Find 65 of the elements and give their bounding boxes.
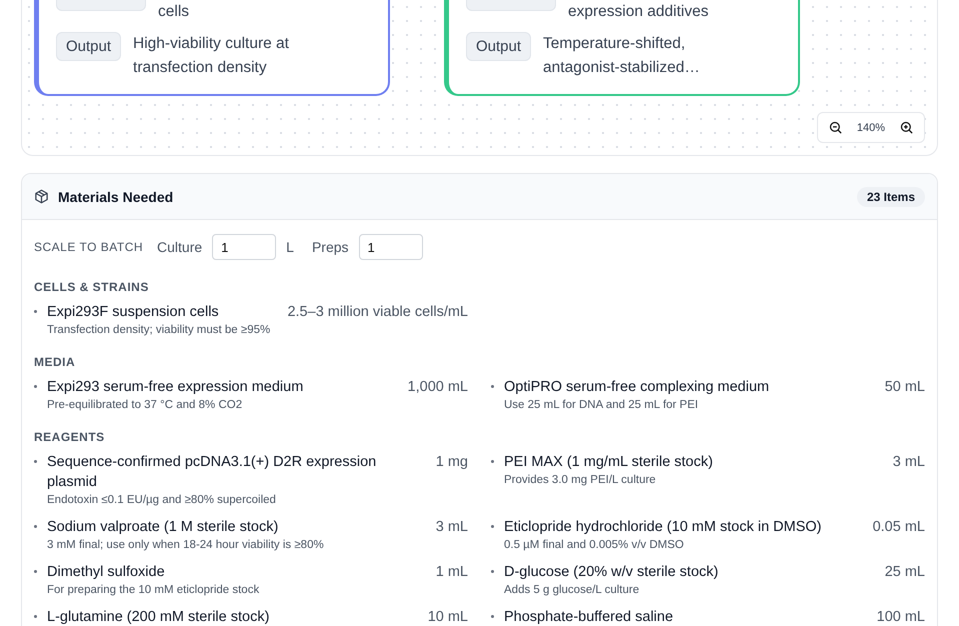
material-name: PEI MAX (1 mg/mL sterile stock) (504, 453, 714, 472)
zoom-in-icon (899, 120, 914, 135)
material-note: For preparing the 10 mM eticlopride stock (47, 583, 260, 598)
scale-label: SCALE TO BATCH (34, 240, 144, 254)
material-name: D-glucose (20% w/v sterile stock) (504, 563, 720, 582)
output-tag: Output (466, 32, 532, 61)
material-amount: 1 mg (436, 453, 468, 472)
material-name: Sequence-confirmed pcDNA3.1(+) D2R expression plasmid (47, 453, 378, 492)
bullet-icon (34, 570, 37, 573)
bullet-icon (491, 570, 494, 573)
material-name: Sodium valproate (1 M sterile stock) (47, 518, 280, 537)
material-amount: 0.05 mL (872, 518, 925, 537)
material-amount: 100 mL (876, 608, 925, 626)
bullet-icon (34, 310, 37, 313)
material-note: 3 mM final; use only when 18-24 hour viability is ≥80% (47, 538, 325, 553)
material-name: Expi293F suspension cells (47, 303, 220, 322)
material-note: Adds 5 g glucose/L culture (504, 583, 640, 598)
bullet-icon (34, 525, 37, 528)
material-amount: 3 mL (436, 518, 468, 537)
output-tag: Output (56, 32, 122, 61)
zoom-out-button[interactable] (828, 120, 843, 135)
material-amount: 3 mL (892, 453, 925, 472)
material-note: 0.5 µM final and 0.005% v/v DMSO (504, 538, 685, 553)
material-note: Pre-equilibrated to 37 °C and 8% CO2 (47, 398, 244, 413)
section-title: CELLS & STRAINS (34, 280, 150, 294)
material-name: Expi293 serum-free expression medium (47, 378, 304, 397)
zoom-in-button[interactable] (899, 120, 914, 135)
material-name: Dimethyl sulfoxide (47, 563, 166, 582)
unit-label: L (286, 239, 294, 255)
number-field[interactable]: 1 (358, 234, 423, 260)
material-amount: 2.5–3 million viable cells/mL (287, 303, 468, 322)
bullet-icon (34, 385, 37, 388)
material-name: Eticlopride hydrochloride (10 mM stock in DMSO) (504, 518, 822, 537)
field-label: Culture (157, 239, 202, 255)
material-amount: 25 mL (884, 563, 925, 582)
material-name: Phosphate-buffered saline (504, 608, 674, 626)
panel-title: Materials Needed (58, 188, 174, 204)
step-text: expression additives (568, 2, 708, 22)
package-icon (34, 189, 49, 204)
field-label: Preps (312, 239, 349, 255)
material-note: Transfection density; viability must be ≥95% (47, 323, 272, 338)
section-title: MEDIA (34, 355, 76, 369)
material-amount: 10 mL (428, 608, 468, 626)
bullet-icon (491, 460, 494, 463)
material-name: OptiPRO serum-free complexing medium (504, 378, 770, 397)
material-note: Provides 3.0 mg PEI/L culture (504, 473, 657, 488)
material-note: Endotoxin ≤0.1 EU/µg and ≥80% supercoiled (47, 493, 277, 508)
step-text: cells (158, 2, 190, 22)
item-count-badge: 23 Items (856, 186, 925, 206)
bullet-icon (491, 385, 494, 388)
material-amount: 1 mL (436, 563, 468, 582)
step-text: Temperature-shifted, antagonist-stabilized… (543, 34, 701, 78)
bullet-icon (491, 615, 494, 618)
section-title: REAGENTS (34, 430, 106, 444)
bullet-icon (34, 460, 37, 463)
material-note: Use 25 mL for DNA and 25 mL for PEI (504, 398, 700, 413)
zoom-out-icon (828, 120, 843, 135)
zoom-level: 140% (856, 122, 885, 134)
number-field[interactable]: 1 (212, 234, 276, 260)
material-name: L-glutamine (200 mM sterile stock) (47, 608, 270, 626)
step-text: High-viability culture at transfection density (133, 34, 290, 78)
material-amount: 50 mL (884, 378, 925, 397)
material-amount: 1,000 mL (408, 378, 468, 397)
bullet-icon (34, 615, 37, 618)
bullet-icon (491, 525, 494, 528)
